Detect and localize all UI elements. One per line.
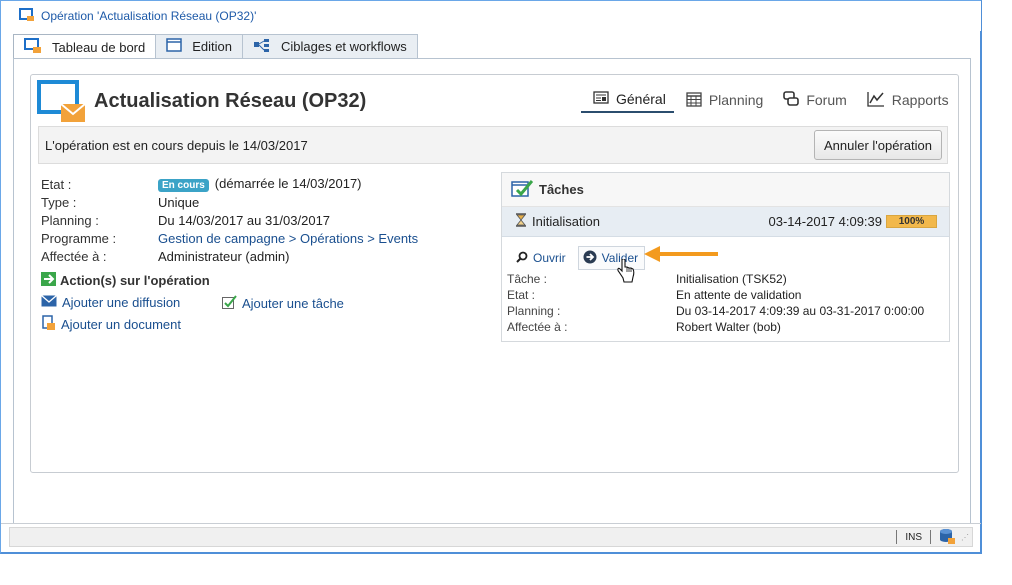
property-label: Type :	[41, 194, 77, 210]
link-label: Ajouter une diffusion	[62, 295, 181, 310]
tasks-icon	[511, 179, 534, 200]
hand-cursor-icon	[617, 258, 635, 286]
link-label: Ajouter une tâche	[242, 296, 344, 311]
actions-title: Action(s) sur l'opération	[60, 273, 210, 288]
tab-targeting-workflows[interactable]: Ciblages et workflows	[242, 34, 418, 58]
property-row-type: Type : Unique	[41, 193, 418, 211]
property-label: Affectée à :	[41, 248, 107, 264]
task-progress-label: 100%	[898, 216, 925, 227]
insert-mode-indicator: INS	[905, 531, 922, 543]
tab-general[interactable]: Général	[581, 87, 674, 113]
property-value: Initialisation (TSK52)	[676, 272, 787, 286]
status-started: (démarrée le 14/03/2017)	[214, 176, 362, 191]
property-value: Unique	[158, 194, 200, 210]
page-title: Actualisation Réseau (OP32)	[94, 90, 367, 112]
callout-arrow-icon	[644, 244, 720, 267]
window-title: Opération 'Actualisation Réseau (OP32)'	[41, 9, 257, 23]
envelope-icon	[41, 295, 57, 310]
property-value: Robert Walter (bob)	[676, 320, 781, 334]
window-titlebar: Opération 'Actualisation Réseau (OP32)'	[1, 1, 981, 31]
property-value: Du 03-14-2017 4:09:39 au 03-31-2017 0:00…	[676, 304, 925, 318]
tab-label: Tableau de bord	[52, 39, 146, 55]
arrow-circle-icon	[583, 250, 597, 267]
property-row-assigned: Affectée à : Administrateur (admin)	[41, 247, 418, 265]
task-property-row: Planning : Du 03-14-2017 4:09:39 au 03-3…	[507, 303, 924, 319]
cancel-operation-button[interactable]: Annuler l'opération	[814, 130, 942, 160]
task-name: Initialisation	[532, 214, 600, 229]
hourglass-icon	[516, 213, 526, 230]
tab-label: Edition	[192, 39, 232, 54]
tasks-panel: Tâches Initialisation 03-14-2017 4:09:39…	[501, 172, 950, 342]
tab-label: Général	[616, 91, 666, 107]
property-label: Etat :	[507, 288, 536, 302]
status-badge: En cours	[158, 179, 209, 192]
property-row-program: Programme : Gestion de campagne > Opérat…	[41, 229, 418, 247]
button-label: Ouvrir	[533, 251, 566, 265]
task-properties: Tâche : Initialisation (TSK52) Etat : En…	[507, 271, 924, 335]
general-icon	[593, 91, 609, 107]
task-property-row: Tâche : Initialisation (TSK52)	[507, 271, 924, 287]
task-date: 03-14-2017 4:09:39	[768, 214, 882, 229]
task-property-row: Affectée à : Robert Walter (bob)	[507, 319, 924, 335]
form-icon	[166, 38, 182, 55]
tab-reports[interactable]: Rapports	[855, 87, 957, 113]
validate-task-button[interactable]: Valider	[577, 246, 646, 270]
open-task-button[interactable]: Ouvrir	[512, 246, 572, 270]
add-document-link[interactable]: Ajouter un document	[41, 315, 181, 334]
dashboard-icon	[24, 37, 42, 57]
status-divider	[1, 523, 981, 524]
property-row-planning: Planning : Du 14/03/2017 au 31/03/2017	[41, 211, 418, 229]
operation-properties: Etat : En cours (démarrée le 14/03/2017) …	[41, 175, 418, 265]
database-icon	[939, 528, 955, 547]
tab-edition[interactable]: Edition	[155, 34, 243, 58]
tasks-title: Tâches	[539, 182, 584, 197]
property-row-status: Etat : En cours (démarrée le 14/03/2017)	[41, 175, 418, 193]
tab-label: Planning	[708, 92, 764, 108]
status-bar: INS ⋰	[9, 527, 973, 547]
section-tabs: Général Planning Forum Rapports	[581, 87, 957, 115]
task-row[interactable]: Initialisation 03-14-2017 4:09:39 100%	[502, 207, 949, 237]
add-task-link[interactable]: Ajouter une tâche	[222, 295, 344, 312]
property-value: Administrateur (admin)	[158, 248, 290, 264]
property-label: Etat :	[41, 176, 72, 192]
tab-planning[interactable]: Planning	[674, 87, 772, 113]
property-label: Programme :	[41, 230, 117, 246]
program-link[interactable]: Gestion de campagne > Opérations > Event…	[158, 231, 418, 246]
actions-heading: Action(s) sur l'opération	[41, 272, 210, 289]
workflow-icon	[253, 38, 271, 55]
status-message: L'opération est en cours depuis le 14/03…	[45, 137, 308, 153]
tab-dashboard[interactable]: Tableau de bord	[13, 34, 157, 59]
add-delivery-link[interactable]: Ajouter une diffusion	[41, 295, 180, 310]
task-progress: 100%	[886, 215, 937, 228]
tasks-header: Tâches	[502, 173, 949, 207]
resize-grip-icon[interactable]: ⋰	[961, 533, 969, 542]
arrow-right-icon	[41, 272, 56, 289]
operation-window: Opération 'Actualisation Réseau (OP32)' …	[0, 0, 982, 554]
property-value: En cours (démarrée le 14/03/2017)	[158, 176, 362, 192]
task-property-row: Etat : En attente de validation	[507, 287, 924, 303]
property-label: Planning :	[507, 304, 561, 318]
operation-icon	[19, 7, 35, 26]
tab-label: Ciblages et workflows	[281, 39, 407, 54]
tab-label: Rapports	[891, 92, 949, 108]
property-value: Du 14/03/2017 au 31/03/2017	[158, 212, 331, 228]
tab-label: Forum	[806, 92, 847, 108]
document-icon	[41, 315, 56, 334]
property-label: Affectée à :	[507, 320, 568, 334]
task-check-icon	[222, 295, 237, 312]
link-label: Ajouter un document	[61, 317, 181, 332]
magnifier-icon	[516, 251, 528, 266]
property-label: Tâche :	[507, 272, 548, 286]
operation-large-icon	[37, 80, 87, 126]
property-label: Planning :	[41, 212, 99, 228]
calendar-icon	[686, 91, 702, 110]
tab-forum[interactable]: Forum	[771, 87, 854, 113]
status-separator	[930, 530, 931, 544]
main-tabs: Tableau de bord Edition Ciblages et work…	[13, 34, 418, 59]
property-value: En attente de validation	[676, 288, 802, 302]
status-separator	[896, 530, 898, 544]
operation-status-bar: L'opération est en cours depuis le 14/03…	[38, 126, 948, 164]
chart-icon	[867, 91, 885, 110]
forum-icon	[783, 90, 800, 110]
